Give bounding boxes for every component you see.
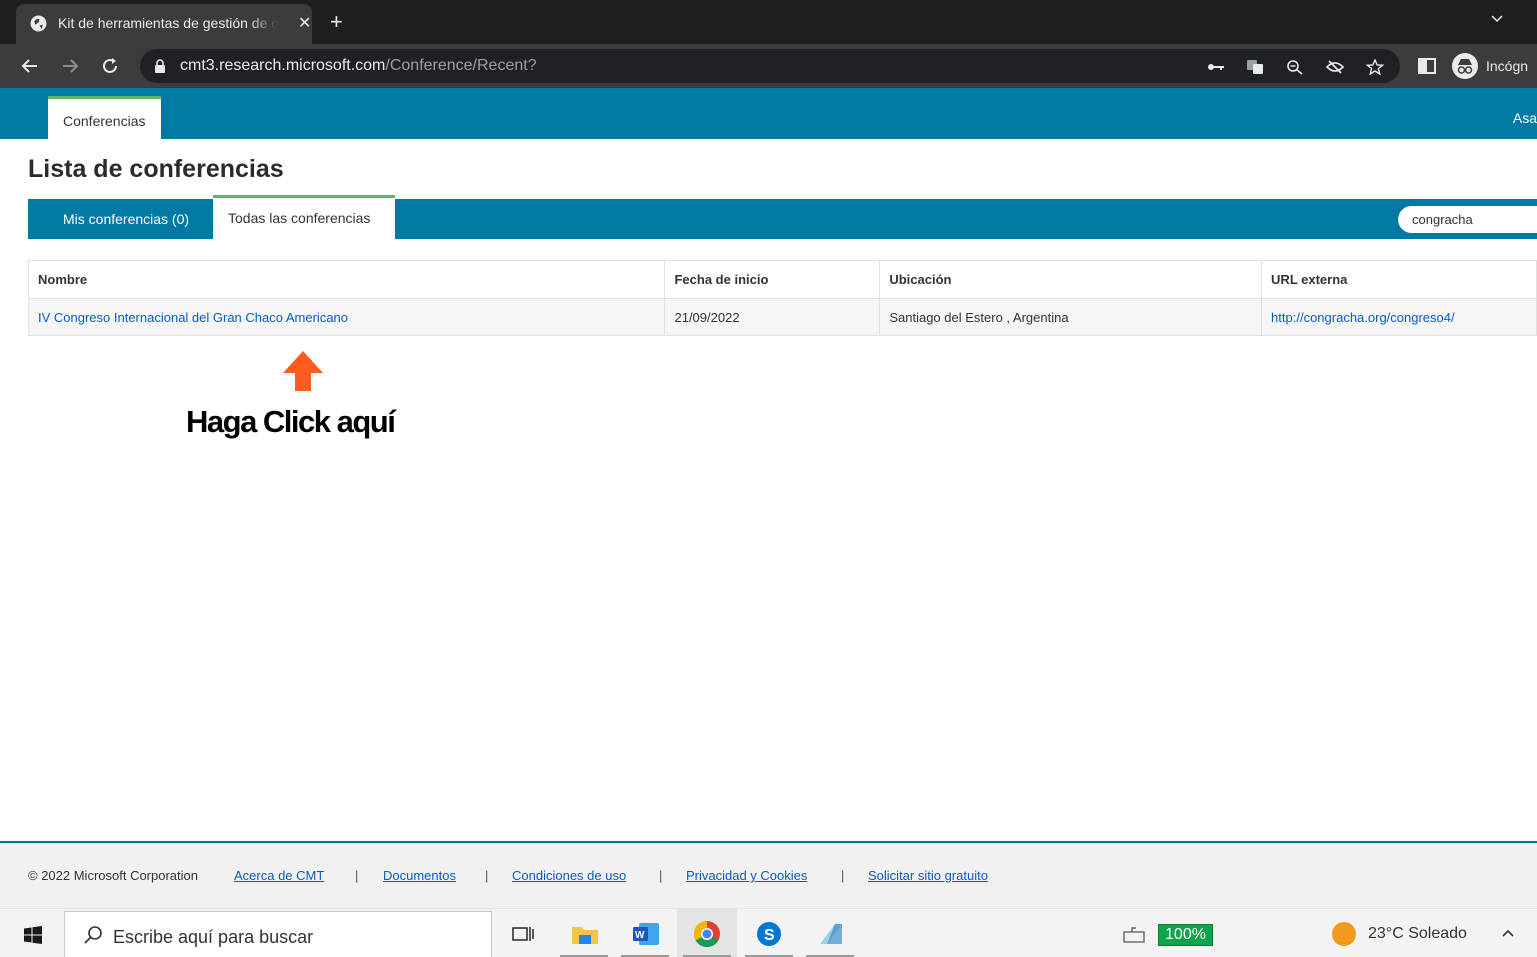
side-panel-icon[interactable]: [1416, 55, 1438, 77]
back-arrow-icon[interactable]: [19, 55, 41, 77]
taskbar-search-placeholder: Escribe aquí para buscar: [113, 927, 314, 947]
conferences-table: Nombre Fecha de inicio Ubicación URL ext…: [27, 260, 1537, 336]
svg-text:S: S: [764, 927, 775, 944]
column-header-external-url[interactable]: URL externa: [1261, 260, 1537, 299]
zoom-out-icon[interactable]: [1286, 59, 1304, 75]
footer-separator: |: [659, 868, 663, 883]
arrow-up-icon: [283, 351, 323, 391]
table-header-row: Nombre Fecha de inicio Ubicación URL ext…: [27, 260, 1537, 299]
keyboard-icon[interactable]: [1122, 920, 1146, 948]
search-input[interactable]: [1398, 206, 1537, 233]
taskbar-search[interactable]: Escribe aquí para buscar: [64, 911, 492, 957]
browser-tabstrip: Kit de herramientas de gestión de confer…: [0, 0, 1537, 44]
file-explorer-icon[interactable]: [570, 920, 600, 948]
column-header-name[interactable]: Nombre: [27, 260, 666, 299]
svg-text:W: W: [635, 930, 645, 941]
bookmark-star-icon[interactable]: [1366, 59, 1384, 75]
external-url-link[interactable]: http://congracha.org/congreso4/: [1271, 310, 1455, 325]
word-icon[interactable]: W: [631, 920, 661, 948]
windows-taskbar: Escribe aquí para buscar W S 100% 23°C S…: [0, 908, 1537, 957]
column-header-start-date[interactable]: Fecha de inicio: [664, 260, 881, 299]
user-menu[interactable]: Asa: [1513, 110, 1537, 126]
key-icon[interactable]: [1207, 59, 1225, 75]
footer-separator: |: [841, 868, 845, 883]
weather-widget[interactable]: 23°C Soleado: [1332, 922, 1467, 946]
incognito-profile[interactable]: Incógn: [1452, 53, 1528, 79]
new-tab-button[interactable]: +: [330, 9, 343, 35]
cell-location: Santiago del Estero , Argentina: [879, 298, 1263, 336]
footer-copyright: © 2022 Microsoft Corporation: [28, 868, 198, 883]
cell-url: http://congracha.org/congreso4/: [1261, 298, 1537, 336]
nav-tab-conferencias[interactable]: Conferencias: [48, 96, 161, 139]
footer-link-privacy[interactable]: Privacidad y Cookies: [686, 868, 807, 883]
footer-link-terms[interactable]: Condiciones de uso: [512, 868, 626, 883]
site-header: Conferencias Asa: [0, 88, 1537, 139]
battery-indicator[interactable]: 100%: [1158, 924, 1213, 946]
browser-toolbar: cmt3.research.microsoft.com/Conference/R…: [0, 44, 1537, 88]
click-here-annotation: Haga Click aquí: [186, 404, 396, 439]
task-view-icon[interactable]: [508, 920, 538, 948]
browser-tab[interactable]: Kit de herramientas de gestión de confer…: [16, 4, 312, 44]
windows-start-icon[interactable]: [24, 926, 42, 944]
url-text[interactable]: cmt3.research.microsoft.com/Conference/R…: [180, 57, 537, 75]
search-icon: [84, 926, 102, 944]
conference-tabs: Mis conferencias (0) Todas las conferenc…: [28, 195, 1537, 239]
reload-icon[interactable]: [99, 55, 121, 77]
globe-icon: [30, 15, 47, 32]
column-header-location[interactable]: Ubicación: [879, 260, 1263, 299]
chevron-up-icon[interactable]: [1500, 925, 1516, 941]
profile-label: Incógn: [1486, 58, 1529, 74]
footer-separator: |: [355, 868, 359, 883]
footer-link-free-site[interactable]: Solicitar sitio gratuito: [868, 868, 988, 883]
sun-icon: [1332, 922, 1356, 946]
tab-search-chevron-icon[interactable]: [1489, 10, 1505, 26]
conference-name-link[interactable]: IV Congreso Internacional del Gran Chaco…: [38, 310, 348, 325]
eye-off-icon[interactable]: [1326, 59, 1344, 75]
translate-icon[interactable]: [1246, 59, 1264, 75]
tab-all-conferences[interactable]: Todas las conferencias: [213, 195, 395, 239]
address-bar[interactable]: cmt3.research.microsoft.com/Conference/R…: [140, 49, 1400, 83]
incognito-icon: [1452, 53, 1478, 79]
cell-start-date: 21/09/2022: [664, 298, 881, 336]
tab-title: Kit de herramientas de gestión de confer…: [58, 15, 278, 31]
tab-my-conferences[interactable]: Mis conferencias (0): [63, 211, 189, 227]
page-footer: © 2022 Microsoft Corporation Acerca de C…: [0, 843, 1537, 908]
cell-name: IV Congreso Internacional del Gran Chaco…: [27, 298, 666, 336]
table-row: IV Congreso Internacional del Gran Chaco…: [27, 298, 1537, 336]
chrome-icon[interactable]: [692, 920, 722, 948]
forward-arrow-icon[interactable]: [59, 55, 81, 77]
skype-icon[interactable]: S: [754, 920, 784, 948]
footer-link-documents[interactable]: Documentos: [383, 868, 456, 883]
page-title: Lista de conferencias: [28, 155, 284, 183]
lock-icon[interactable]: [154, 59, 166, 73]
notepad-icon[interactable]: [815, 920, 845, 948]
tab-close-icon[interactable]: ✕: [298, 13, 311, 33]
footer-link-about[interactable]: Acerca de CMT: [234, 868, 324, 883]
footer-separator: |: [485, 868, 489, 883]
